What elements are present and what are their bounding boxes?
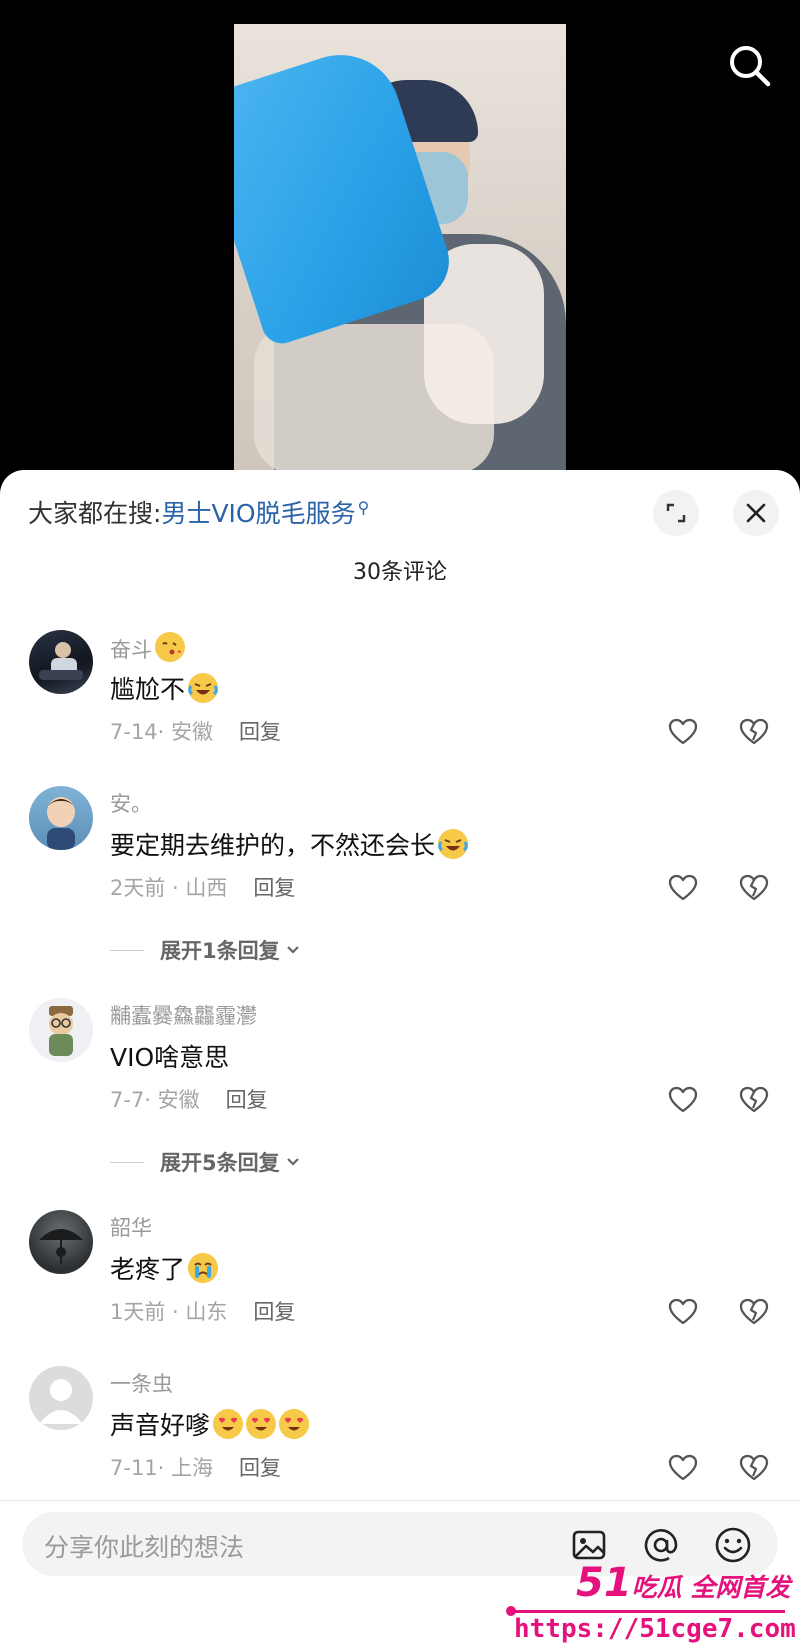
close-icon	[746, 503, 766, 523]
video-player[interactable]	[0, 0, 800, 470]
emoji-icon[interactable]	[714, 1526, 752, 1564]
comment-time-location: 7-7· 安徽	[110, 1088, 200, 1112]
expand-replies-button[interactable]: 展开1条回复	[110, 935, 302, 965]
trending-search[interactable]: 大家都在搜:男士VIO脱毛服务 ⚲	[28, 494, 369, 530]
search-icon[interactable]	[722, 38, 778, 94]
laughing-crying-emoji-icon	[188, 673, 219, 703]
laughing-crying-emoji-icon	[438, 829, 469, 859]
comment-time-location: 1天前 · 山东	[110, 1300, 228, 1324]
heart-icon[interactable]	[667, 1296, 699, 1328]
expand-button[interactable]	[653, 490, 699, 536]
comment-meta: 7-11· 上海 回复	[110, 1452, 281, 1482]
input-divider	[0, 1500, 800, 1501]
expand-replies-label: 展开5条回复	[160, 1151, 280, 1175]
comment-meta: 7-7· 安徽 回复	[110, 1084, 268, 1114]
heart-eyes-emoji-icon	[279, 1409, 310, 1439]
comment-username[interactable]: 韶华	[110, 1212, 152, 1242]
expand-divider-line	[110, 949, 144, 951]
comment-time-location: 7-11· 上海	[110, 1456, 214, 1480]
avatar[interactable]	[29, 786, 93, 850]
broken-heart-icon[interactable]	[738, 872, 770, 904]
comment-text: 要定期去维护的，不然还会长	[110, 826, 469, 862]
heart-icon[interactable]	[667, 1452, 699, 1484]
reply-button[interactable]: 回复	[253, 1300, 295, 1324]
close-button[interactable]	[733, 490, 779, 536]
comment-meta: 2天前 · 山西 回复	[110, 872, 295, 902]
trending-prefix: 大家都在搜:	[28, 499, 162, 528]
expand-replies-button[interactable]: 展开5条回复	[110, 1147, 302, 1177]
comment-username[interactable]: 安。	[110, 788, 152, 818]
chevron-down-icon	[286, 946, 299, 954]
expand-replies-label: 展开1条回复	[160, 939, 280, 963]
watermark-brand: 51吃瓜 全网首发	[576, 1560, 790, 1606]
kiss-emoji-icon	[155, 632, 185, 662]
watermark-brand-number: 51	[576, 1560, 632, 1606]
comment-count: 30条评论	[353, 560, 447, 585]
comment-time-location: 7-14· 安徽	[110, 720, 214, 744]
heart-icon[interactable]	[667, 872, 699, 904]
comment-username[interactable]: 奋斗	[110, 632, 185, 664]
heart-icon[interactable]	[667, 716, 699, 748]
search-small-icon: ⚲	[357, 497, 370, 517]
comment-meta: 7-14· 安徽 回复	[110, 716, 281, 746]
watermark-brand-text: 吃瓜 全网首发	[631, 1573, 791, 1602]
avatar[interactable]	[29, 1210, 93, 1274]
broken-heart-icon[interactable]	[738, 1296, 770, 1328]
avatar[interactable]	[29, 630, 93, 694]
comment-username[interactable]: 黼蠹爨鱻龘霾灪	[110, 1000, 257, 1030]
comment-time-location: 2天前 · 山西	[110, 876, 228, 900]
avatar[interactable]	[29, 998, 93, 1062]
broken-heart-icon[interactable]	[738, 1452, 770, 1484]
comment-meta: 1天前 · 山东 回复	[110, 1296, 295, 1326]
comment-text: VIO啥意思	[110, 1043, 230, 1072]
comment-text: 尴尬不	[110, 670, 219, 706]
chevron-down-icon	[286, 1158, 299, 1166]
expand-divider-line	[110, 1161, 144, 1163]
at-icon[interactable]	[642, 1526, 680, 1564]
watermark-line	[510, 1610, 785, 1613]
crying-emoji-icon	[188, 1253, 219, 1283]
watermark: 51吃瓜 全网首发 https://51cge7.com	[500, 1560, 800, 1650]
watermark-url: https://51cge7.com	[514, 1614, 796, 1644]
comment-input-placeholder: 分享你此刻的想法	[44, 1533, 245, 1562]
image-icon[interactable]	[570, 1526, 608, 1564]
comment-text: 声音好嗲	[110, 1406, 310, 1442]
reply-button[interactable]: 回复	[226, 1088, 268, 1112]
broken-heart-icon[interactable]	[738, 716, 770, 748]
broken-heart-icon[interactable]	[738, 1084, 770, 1116]
heart-eyes-emoji-icon	[246, 1409, 277, 1439]
video-frame[interactable]	[234, 24, 566, 470]
trending-keyword[interactable]: 男士VIO脱毛服务	[161, 499, 355, 528]
heart-eyes-emoji-icon	[213, 1409, 244, 1439]
reply-button[interactable]: 回复	[253, 876, 295, 900]
comment-text: 老疼了	[110, 1250, 219, 1286]
comment-username[interactable]: 一条虫	[110, 1368, 173, 1398]
reply-button[interactable]: 回复	[239, 1456, 281, 1480]
comment-sheet: 大家都在搜:男士VIO脱毛服务 ⚲ 30条评论 奋斗 尴尬不 7-14· 安徽 …	[0, 470, 800, 1650]
heart-icon[interactable]	[667, 1084, 699, 1116]
expand-icon	[666, 503, 686, 523]
avatar[interactable]	[29, 1366, 93, 1430]
reply-button[interactable]: 回复	[239, 720, 281, 744]
